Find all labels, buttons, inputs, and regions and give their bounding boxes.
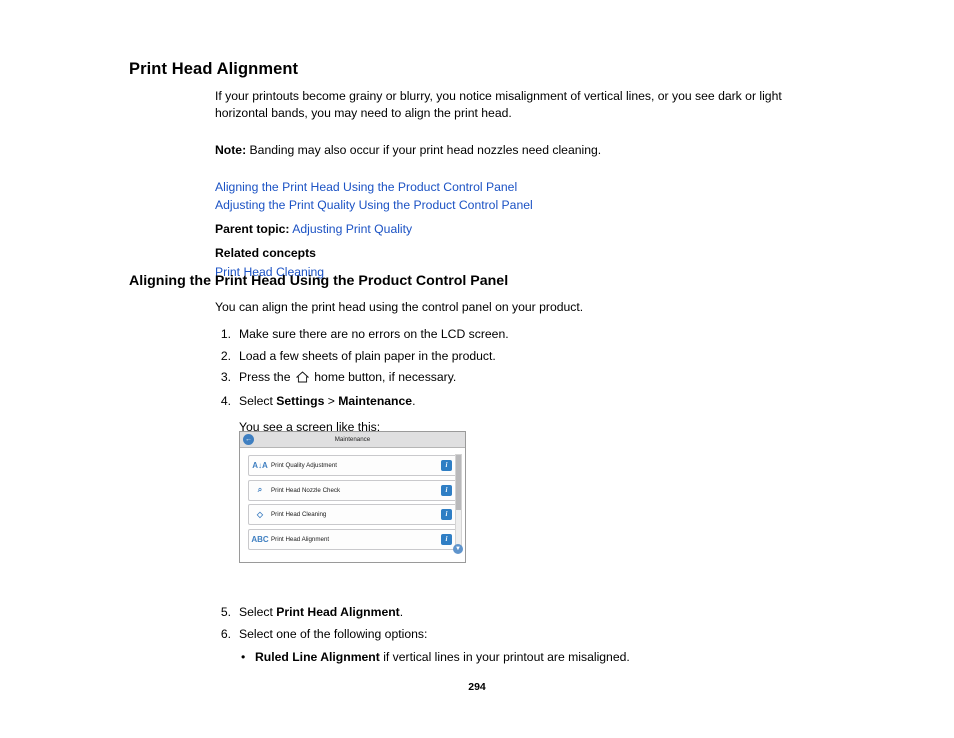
step-2: 2. Load a few sheets of plain paper in t… bbox=[215, 348, 835, 365]
lcd-body: A↓A Print Quality Adjustment i ⌕ Print H… bbox=[240, 448, 465, 556]
lcd-row-label: Print Head Alignment bbox=[271, 535, 330, 543]
step-4-bold-maintenance: Maintenance bbox=[338, 393, 413, 408]
lcd-row-print-head-cleaning[interactable]: ◇ Print Head Cleaning i bbox=[248, 504, 457, 525]
intro-block: If your printouts become grainy or blurr… bbox=[215, 88, 815, 282]
info-icon[interactable]: i bbox=[441, 460, 452, 471]
step-2-number: 2. bbox=[220, 348, 231, 363]
step-4-text-post: . bbox=[412, 393, 416, 408]
step-3: 3. Press the home button, if necessary. bbox=[215, 369, 835, 388]
parent-topic-label: Parent topic: bbox=[215, 222, 290, 236]
step-1-number: 1. bbox=[220, 327, 231, 341]
parent-topic-link[interactable]: Adjusting Print Quality bbox=[292, 222, 412, 236]
steps-after-screenshot: 5. Select Print Head Alignment. 6. Select … bbox=[215, 594, 855, 666]
print-head-alignment-icon: ABC bbox=[251, 534, 269, 544]
bullet-dot: • bbox=[241, 649, 246, 664]
lcd-row-label: Print Head Cleaning bbox=[271, 511, 327, 518]
step-1: 1. Make sure there are no errors on the … bbox=[215, 326, 835, 343]
bullet-text: if vertical lines in your printout are m… bbox=[379, 649, 630, 664]
note-line: Note: Banding may also occur if your pri… bbox=[215, 142, 815, 159]
link-aligning-print-head[interactable]: Aligning the Print Head Using the Produc… bbox=[215, 179, 815, 197]
topic-links: Aligning the Print Head Using the Produc… bbox=[215, 179, 815, 214]
info-icon[interactable]: i bbox=[441, 484, 452, 496]
step-4-text-mid: > bbox=[324, 393, 339, 408]
step-1-text: Make sure there are no errors on the LCD… bbox=[239, 327, 509, 341]
print-quality-adjustment-icon: A↓A bbox=[252, 461, 268, 470]
lcd-back-icon[interactable]: ← bbox=[243, 434, 254, 445]
step-6: 6. Select one of the following options: bbox=[215, 626, 855, 643]
section-heading: Aligning the Print Head Using the Produc… bbox=[129, 273, 509, 289]
lcd-row-print-head-nozzle-check[interactable]: ⌕ Print Head Nozzle Check i bbox=[248, 479, 457, 501]
lcd-row-label: Print Quality Adjustment bbox=[271, 462, 338, 469]
info-icon[interactable]: i bbox=[441, 533, 452, 545]
related-concepts-label: Related concepts bbox=[215, 246, 316, 260]
parent-topic: Parent topic: Adjusting Print Quality bbox=[215, 221, 815, 238]
step-4-bold-settings: Settings bbox=[276, 393, 325, 408]
lcd-scrollbar[interactable] bbox=[455, 454, 462, 552]
note-label: Note: bbox=[215, 143, 247, 157]
section-body: You can align the print head using the c… bbox=[215, 299, 835, 434]
note-text: Banding may also occur if your print hea… bbox=[246, 143, 602, 157]
lcd-screenshot: ← Maintenance A↓A Print Quality Adjustme… bbox=[239, 431, 466, 563]
info-icon[interactable]: i bbox=[441, 509, 452, 520]
link-adjusting-print-quality[interactable]: Adjusting the Print Quality Using the Pr… bbox=[215, 197, 815, 215]
lcd-row-print-head-alignment[interactable]: ABC Print Head Alignment i bbox=[248, 528, 457, 550]
bullet-ruled-line-alignment: • Ruled Line Alignment if vertical lines … bbox=[239, 649, 855, 666]
step-4-number: 4. bbox=[220, 393, 231, 408]
steps-list: 1. Make sure there are no errors on the … bbox=[215, 326, 835, 410]
home-icon bbox=[295, 371, 310, 388]
intro-paragraph: If your printouts become grainy or blurr… bbox=[215, 89, 782, 120]
section-lead: You can align the print head using the c… bbox=[215, 300, 584, 314]
page-title: Print Head Alignment bbox=[129, 60, 299, 78]
lcd-header: ← Maintenance bbox=[240, 432, 465, 448]
page-number: 294 bbox=[468, 681, 486, 693]
steps-list-continued: 5. Select Print Head Alignment. 6. Select … bbox=[215, 604, 855, 643]
step-3-text-post: home button, if necessary. bbox=[310, 370, 457, 384]
step-5-bold-print-head-alignment: Print Head Alignment bbox=[276, 605, 400, 619]
bullet-bold-label: Ruled Line Alignment bbox=[255, 649, 380, 664]
step-6-number: 6. bbox=[220, 626, 231, 641]
step-3-number: 3. bbox=[220, 370, 231, 384]
lcd-row-print-quality-adjustment[interactable]: A↓A Print Quality Adjustment i bbox=[248, 455, 457, 476]
step-4: 4. Select Settings > Maintenance. bbox=[215, 393, 835, 410]
step-5-text-post: . bbox=[399, 605, 404, 619]
chevron-down-icon[interactable]: ▼ bbox=[453, 544, 463, 554]
step-4-text-pre: Select bbox=[239, 393, 277, 408]
step-2-text: Load a few sheets of plain paper in the … bbox=[239, 348, 496, 363]
step-3-text-pre: Press the bbox=[239, 370, 294, 384]
step-6-text: Select one of the following options: bbox=[239, 626, 428, 641]
document-page: Print Head Alignment If your printouts b… bbox=[0, 0, 954, 738]
nozzle-check-icon: ⌕ bbox=[257, 485, 263, 494]
lcd-row-label: Print Head Nozzle Check bbox=[271, 486, 341, 494]
print-head-cleaning-icon: ◇ bbox=[256, 510, 264, 519]
step-5-number: 5. bbox=[220, 605, 231, 619]
lcd-title: Maintenance bbox=[334, 436, 371, 443]
step-5-text-pre: Select bbox=[239, 605, 277, 619]
lcd-scrollbar-thumb[interactable] bbox=[456, 455, 461, 510]
step-5: 5. Select Print Head Alignment. bbox=[215, 604, 855, 621]
